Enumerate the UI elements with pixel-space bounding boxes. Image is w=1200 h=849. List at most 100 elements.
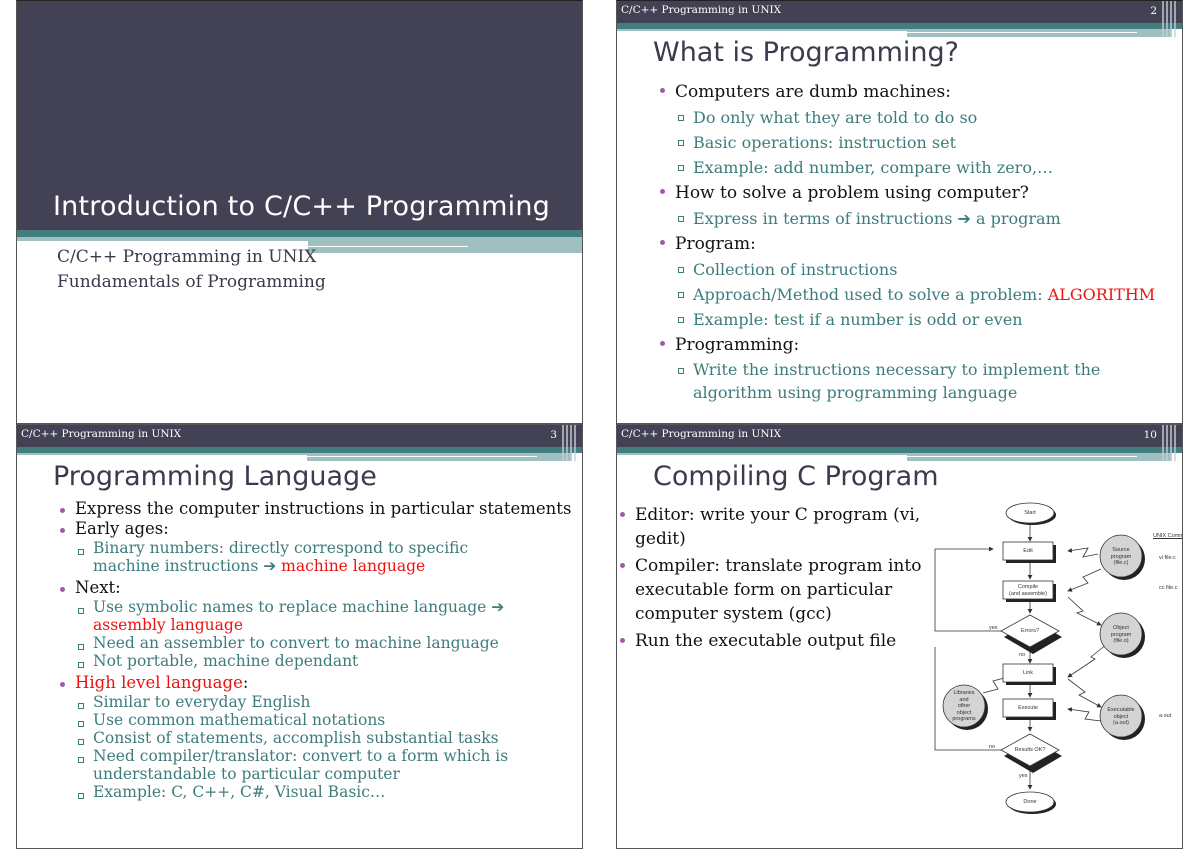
highlight-text: High level language: [75, 673, 243, 692]
list-item: Binary numbers: directly correspond to s…: [57, 539, 537, 575]
list-item: Write the instructions necessary to impl…: [657, 358, 1127, 404]
list-item: Use common mathematical notations: [57, 711, 571, 729]
slide-programming-language: C/C++ Programming in UNIX 3 Programming …: [16, 424, 583, 849]
list-item: Similar to everyday English: [57, 693, 571, 711]
divider-stripe: [907, 29, 1172, 37]
slide-subtitle: C/C++ Programming in UNIX Fundamentals o…: [57, 245, 326, 295]
list-item: Express the computer instructions in par…: [57, 499, 571, 519]
list-item: Computers are dumb machines:: [657, 79, 1155, 105]
slide-heading: Programming Language: [53, 461, 377, 492]
list-item: High level language:: [57, 673, 571, 693]
highlight-text: assembly language: [93, 616, 244, 634]
list-item: Program:: [657, 231, 1155, 257]
unix-command-edit: vi file.c: [1159, 555, 1176, 561]
unix-command-header: UNIX Command: [1153, 533, 1182, 539]
flow-node-compile: Compile (and assemble): [1003, 584, 1053, 597]
flow-node-results: Results OK?: [1014, 747, 1046, 753]
header-label: C/C++ Programming in UNIX: [621, 428, 782, 440]
divider-stripe: [307, 456, 537, 457]
list-item: Programming:: [657, 332, 1155, 358]
item-text: :: [242, 673, 249, 692]
divider-stripe: [907, 453, 1172, 461]
compile-flowchart: Start Edit Compile (and assemble) Errors…: [933, 497, 1182, 848]
flow-node-errors: Errors?: [1020, 628, 1040, 634]
list-item: Early ages:: [57, 519, 571, 539]
divider-stripe: [617, 29, 907, 31]
decorative-bars: [560, 425, 582, 461]
unix-command-execute: a.out: [1159, 713, 1172, 719]
edge-label-errors-yes: yes: [989, 625, 998, 631]
edge-label-results-yes: yes: [1019, 773, 1028, 779]
unix-command-compile: cc file.c: [1159, 585, 1178, 591]
divider-stripe: [17, 237, 308, 241]
highlight-text: ALGORITHM: [1047, 285, 1156, 304]
divider-stripe: [17, 453, 307, 455]
list-item: Compiler: translate program into executa…: [617, 554, 927, 626]
flow-node-libraries: Libraries and other object programs: [946, 690, 982, 723]
page-number: 2: [1150, 5, 1157, 17]
list-item: Use symbolic names to replace machine la…: [57, 598, 557, 634]
flow-node-edit: Edit: [1023, 548, 1033, 554]
flow-node-done: Done: [1023, 799, 1037, 805]
list-item: Run the executable output file: [617, 629, 927, 653]
header-label: C/C++ Programming in UNIX: [621, 4, 782, 16]
slide-heading: What is Programming?: [653, 37, 959, 68]
list-item: Do only what they are told to do so: [657, 105, 1155, 130]
node-line: programs: [952, 716, 976, 722]
divider-stripe: [308, 237, 582, 253]
divider-stripe: [307, 453, 572, 461]
subtitle-line: C/C++ Programming in UNIX: [57, 247, 317, 267]
slide-header: C/C++ Programming in UNIX 10: [617, 425, 1182, 447]
list-item: Approach/Method used to solve a problem:…: [657, 282, 1155, 307]
list-item: Editor: write your C program (vi, gedit): [617, 503, 927, 551]
flow-node-object: Object program (file.o): [1103, 625, 1139, 645]
divider-stripe: [907, 456, 1137, 457]
bullet-list: Computers are dumb machines: Do only wha…: [657, 79, 1155, 404]
page-number: 10: [1143, 429, 1157, 441]
slide-heading: Compiling C Program: [653, 461, 939, 492]
divider-stripe: [308, 246, 468, 247]
slide-header: C/C++ Programming in UNIX 2: [617, 1, 1182, 23]
list-item: Need compiler/translator: convert to a f…: [57, 747, 527, 783]
list-item: Example: add number, compare with zero,…: [657, 155, 1155, 180]
divider-band: [17, 230, 582, 237]
list-item: How to solve a problem using computer?: [657, 180, 1155, 206]
list-item: Example: C, C++, C#, Visual Basic…: [57, 783, 571, 801]
decorative-bars: [1160, 425, 1182, 461]
node-line: (file.c): [1113, 560, 1129, 566]
divider-stripe: [617, 453, 907, 455]
flow-node-start: Start: [1024, 510, 1036, 516]
highlight-text: machine language: [281, 557, 426, 575]
item-text: Approach/Method used to solve a problem:: [693, 285, 1048, 304]
subtitle-line: Fundamentals of Programming: [57, 272, 326, 292]
list-item: Next:: [57, 578, 571, 598]
node-line: (and assemble): [1009, 590, 1047, 597]
list-item: Need an assembler to convert to machine …: [57, 634, 571, 652]
list-item: Not portable, machine dependant: [57, 652, 571, 670]
flow-node-executable: Executable object (a.out): [1101, 707, 1141, 727]
flow-node-execute: Execute: [1018, 705, 1038, 711]
list-item: Collection of instructions: [657, 257, 1155, 282]
list-item: Basic operations: instruction set: [657, 130, 1155, 155]
slide-compiling-c-program: C/C++ Programming in UNIX 10 Compiling C…: [616, 424, 1183, 849]
bullet-list: Express the computer instructions in par…: [57, 499, 571, 801]
title-banner: Introduction to C/C++ Programming: [17, 1, 582, 230]
divider-stripe: [907, 32, 1137, 33]
node-line: (a.out): [1113, 720, 1129, 726]
slide-title: Introduction to C/C++ Programming C/C++ …: [16, 0, 583, 424]
header-label: C/C++ Programming in UNIX: [21, 428, 182, 440]
list-item: Consist of statements, accomplish substa…: [57, 729, 571, 747]
edge-label-errors-no: no: [1019, 652, 1026, 658]
list-item: Example: test if a number is odd or even: [657, 307, 1155, 332]
page-number: 3: [550, 429, 557, 441]
decorative-bars: [1160, 1, 1182, 37]
flowchart-graphics: [934, 502, 1145, 814]
slide-title-text: Introduction to C/C++ Programming: [53, 191, 550, 222]
edge-label-results-no: no: [989, 744, 996, 750]
flow-node-link: Link: [1022, 670, 1034, 676]
item-text: Use symbolic names to replace machine la…: [93, 598, 505, 616]
flow-node-source: Source program (file.c): [1103, 547, 1139, 567]
list-item: Express in terms of instructions ➔ a pro…: [657, 206, 1155, 231]
slide-what-is-programming: C/C++ Programming in UNIX 2 What is Prog…: [616, 0, 1183, 424]
slide-header: C/C++ Programming in UNIX 3: [17, 425, 582, 447]
